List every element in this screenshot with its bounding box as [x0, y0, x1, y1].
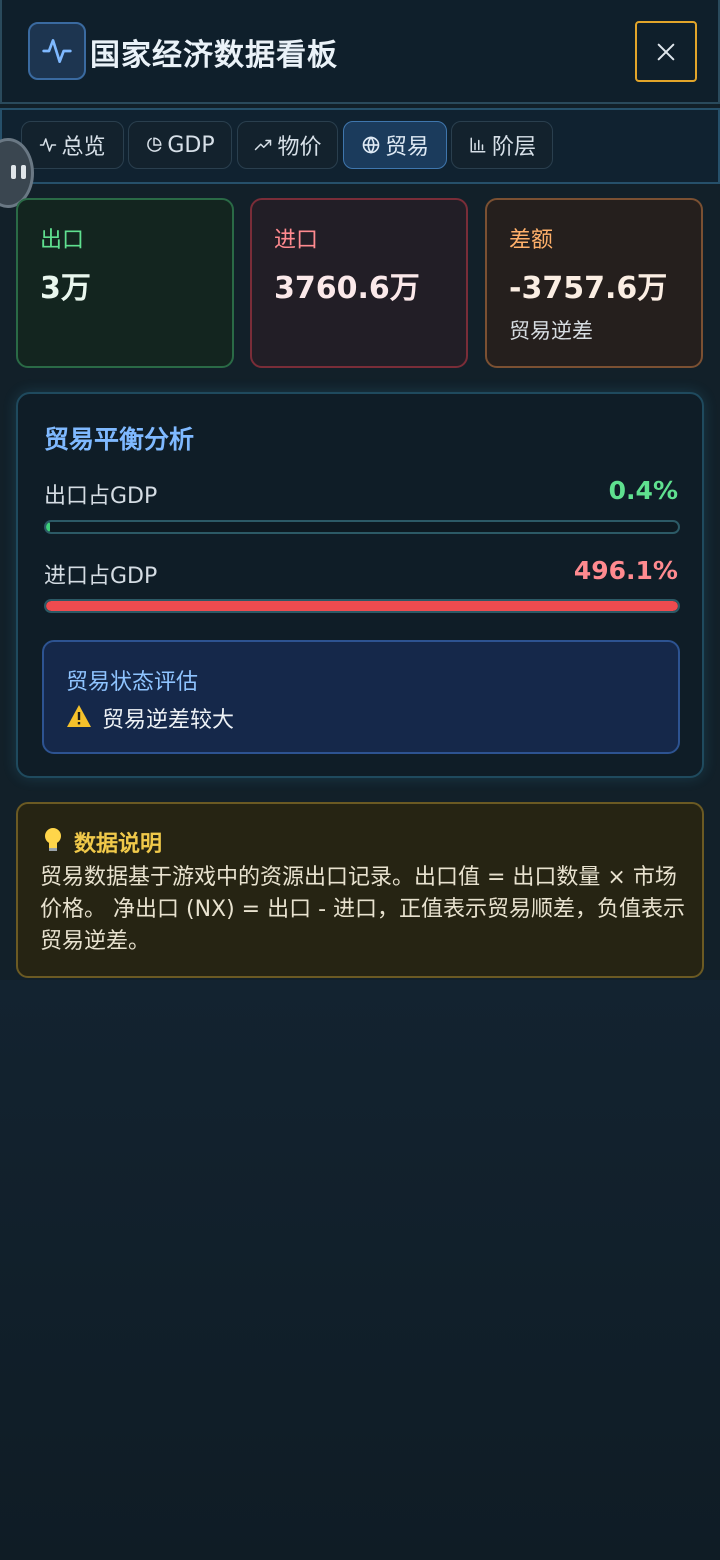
page-title: 国家经济数据看板 [90, 38, 338, 73]
note-title: 数据说明 [74, 832, 163, 857]
tab-trade[interactable]: 贸易 [343, 121, 447, 169]
note-body: 贸易数据基于游戏中的资源出口记录。出口值 = 出口数量 × 市场价格。 净出口 … [40, 865, 686, 954]
import-ratio-bar [44, 599, 680, 613]
balance-value: -3757.6万 [509, 271, 668, 306]
export-ratio-value: 0.4% [608, 476, 678, 505]
pause-icon-bar [21, 165, 26, 179]
lightbulb-icon [45, 828, 61, 851]
panel-title: 贸易平衡分析 [44, 425, 195, 454]
import-card: 进口 3760.6万 [250, 198, 468, 368]
import-label: 进口 [274, 228, 319, 253]
status-title: 贸易状态评估 [66, 670, 199, 695]
export-ratio-fill [46, 522, 50, 532]
import-ratio-value: 496.1% [573, 556, 678, 585]
pie-chart-icon [147, 137, 162, 152]
activity-icon [40, 138, 57, 152]
balance-note: 贸易逆差 [509, 319, 593, 343]
tab-label: GDP [167, 132, 215, 158]
export-ratio-bar [44, 520, 680, 534]
balance-label: 差额 [509, 228, 554, 253]
tab-classes[interactable]: 阶层 [451, 121, 553, 169]
warning-icon [67, 705, 91, 727]
import-value: 3760.6万 [274, 271, 420, 306]
import-ratio-label: 进口占GDP [44, 564, 158, 589]
activity-icon [28, 22, 86, 80]
tab-label: 贸易 [384, 135, 429, 160]
balance-card: 差额 -3757.6万 贸易逆差 [485, 198, 703, 368]
trending-up-icon [255, 139, 272, 151]
import-ratio-fill [46, 601, 678, 611]
export-ratio-label: 出口占GDP [44, 484, 158, 509]
tab-prices[interactable]: 物价 [237, 121, 338, 169]
close-button[interactable] [635, 21, 697, 82]
close-icon [657, 43, 675, 60]
export-label: 出口 [40, 228, 85, 253]
tab-label: 总览 [61, 135, 106, 160]
export-value: 3万 [40, 271, 91, 306]
status-text: 贸易逆差较大 [102, 708, 235, 733]
trade-balance-panel: 贸易平衡分析 出口占GDP 0.4% 进口占GDP 496.1% 贸易状态评估 … [16, 392, 704, 778]
export-card: 出口 3万 [16, 198, 234, 368]
header: 国家经济数据看板 [0, 0, 720, 104]
bar-chart-icon [470, 137, 486, 153]
tab-overview[interactable]: 总览 [21, 121, 124, 169]
tab-label: 阶层 [491, 135, 536, 160]
pause-icon [11, 165, 16, 179]
tab-bar: 总览 GDP 物价 贸易 阶层 [0, 108, 720, 184]
tab-label: 物价 [277, 135, 322, 160]
data-note: 数据说明 贸易数据基于游戏中的资源出口记录。出口值 = 出口数量 × 市场价格。… [16, 802, 704, 978]
background-panel [0, 980, 720, 1560]
tab-gdp[interactable]: GDP [128, 121, 232, 169]
trade-status-box: 贸易状态评估 贸易逆差较大 [42, 640, 680, 754]
globe-icon [362, 136, 380, 154]
